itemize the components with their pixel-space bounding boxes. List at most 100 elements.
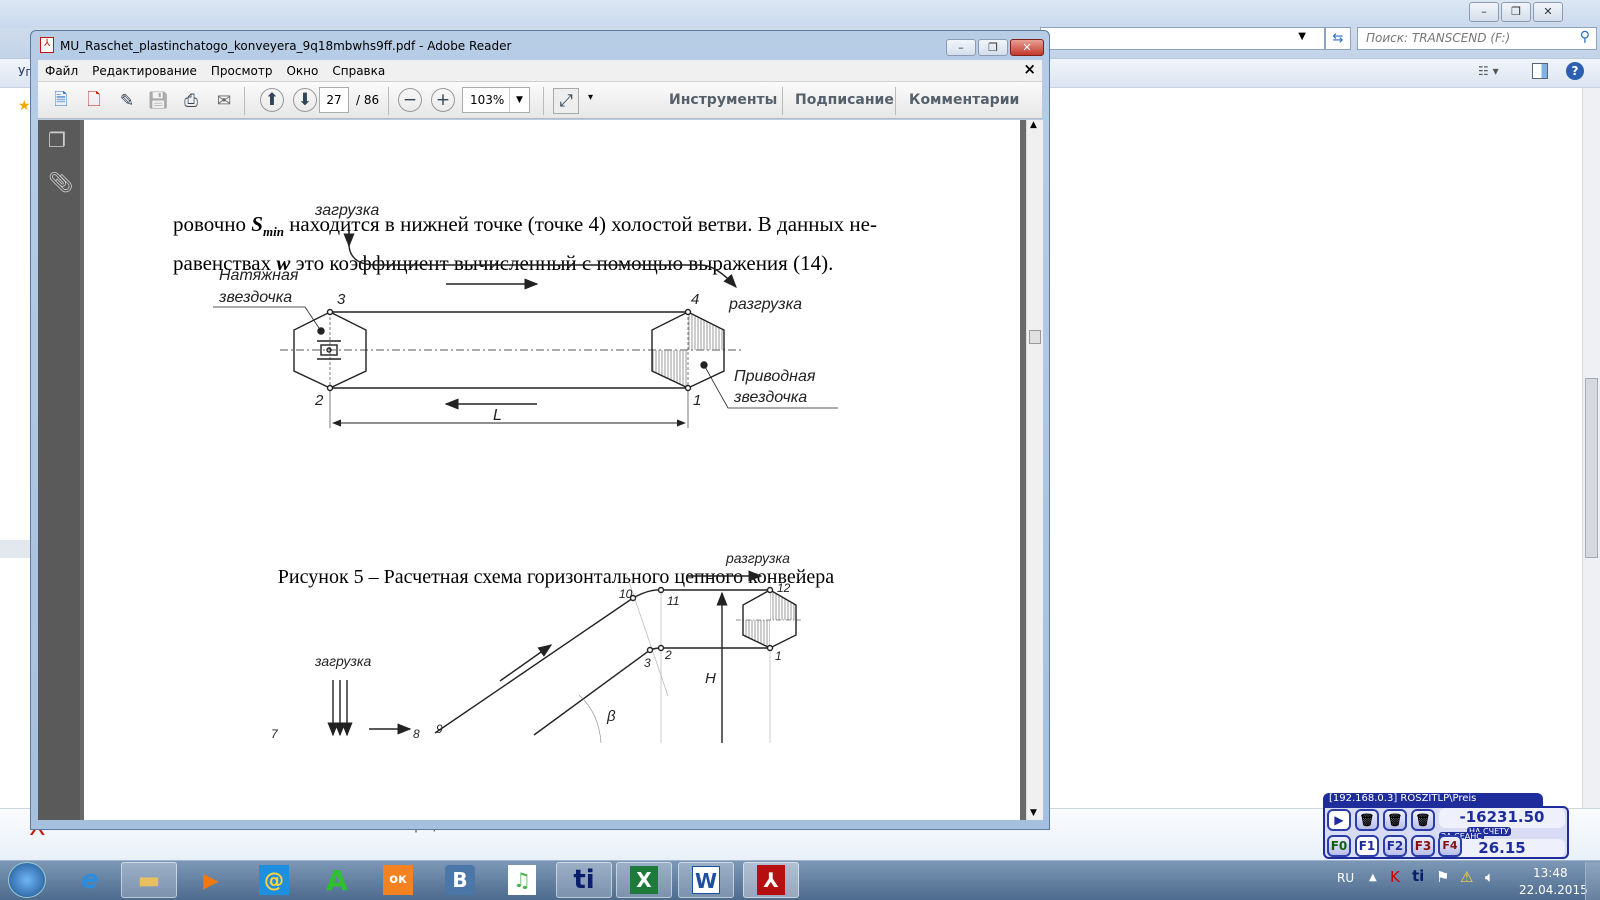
svg-text:1: 1	[775, 649, 782, 663]
explorer-scrollbar[interactable]	[1582, 88, 1600, 808]
email-icon[interactable]: ✉	[211, 88, 237, 114]
volume-icon[interactable]: 🔈︎	[1485, 868, 1494, 886]
fig1-material-flow-arrow	[348, 226, 737, 289]
fig1-unload-label: разгрузка	[728, 296, 802, 313]
f1-button[interactable]: F1	[1355, 835, 1379, 857]
adobe-reader-window: ⅄ MU_Raschet_plastinchatogo_konveyera_9q…	[30, 30, 1050, 830]
trash-button-1[interactable]: 🗑︎	[1355, 809, 1379, 831]
scroll-down-icon[interactable]: ▼	[1030, 808, 1037, 818]
taskbar-ti[interactable]: ti	[556, 862, 612, 898]
page-number-input[interactable]: 27	[319, 87, 349, 113]
print-icon[interactable]: ⎙	[178, 88, 204, 114]
fig2-height-label: H	[705, 670, 716, 687]
menu-view[interactable]: Просмотр	[204, 64, 280, 78]
attachments-icon[interactable]: 📎︎	[48, 170, 73, 194]
taskbar-explorer[interactable]: ▬	[121, 862, 177, 898]
fig2-load-label: загрузка	[314, 653, 371, 669]
taskbar-music[interactable]: ♫	[508, 865, 536, 895]
svg-text:12: 12	[777, 581, 791, 595]
document-scroll-thumb[interactable]	[1029, 330, 1041, 344]
taskbar-mail-agent[interactable]: @	[259, 865, 289, 895]
address-dropdown-icon[interactable]: ▼	[1298, 31, 1306, 42]
fig1-drive-label-2: звездочка	[733, 389, 807, 406]
zoom-out-icon[interactable]: −	[398, 88, 422, 112]
search-icon[interactable]: ⚲	[1580, 29, 1590, 45]
show-desktop-button[interactable]	[1585, 862, 1600, 900]
trash-button-3[interactable]: 🗑︎	[1411, 809, 1435, 831]
acrobat-toolbar: 🗎 🗋 ✎ 💾︎ ⎙ ✉ ⬆ ⬇ 27 / 86 − + 103% ▼ ⤢ ▾ И…	[38, 81, 1042, 119]
edit-document-icon[interactable]: ✎	[114, 88, 140, 114]
tools-panel-button[interactable]: Инструменты	[669, 92, 777, 108]
play-button[interactable]: ▶	[1327, 809, 1351, 831]
menu-edit[interactable]: Редактирование	[85, 64, 204, 78]
more-tools-icon[interactable]: ▾	[588, 92, 593, 103]
taskbar-excel[interactable]: X	[630, 866, 658, 894]
clock-time[interactable]: 13:48	[1533, 866, 1568, 880]
previous-page-icon[interactable]: ⬆	[260, 88, 284, 112]
menu-help[interactable]: Справка	[325, 64, 392, 78]
scroll-up-icon[interactable]: ▲	[1030, 120, 1037, 130]
close-document-button[interactable]: ×	[1023, 60, 1036, 78]
search-input[interactable]: Поиск: TRANSCEND (F:) ⚲	[1357, 27, 1597, 50]
explorer-minimize-button[interactable]: –	[1469, 2, 1499, 22]
acrobat-title-bar: ⅄ MU_Raschet_plastinchatogo_konveyera_9q…	[31, 31, 1049, 59]
comments-panel-button[interactable]: Комментарии	[909, 92, 1019, 108]
svg-text:3: 3	[644, 656, 651, 670]
zoom-value: 103%	[470, 93, 505, 107]
taskbar-a-app[interactable]: A	[309, 862, 365, 898]
favorites-star-icon[interactable]: ★	[18, 98, 31, 114]
menu-window[interactable]: Окно	[279, 64, 325, 78]
menu-file[interactable]: Файл	[38, 64, 85, 78]
explorer-close-button[interactable]: ✕	[1533, 2, 1563, 22]
language-indicator[interactable]: RU	[1337, 871, 1354, 885]
fig1-load-label: загрузка	[314, 202, 379, 219]
acrobat-maximize-button[interactable]: ❐	[978, 39, 1008, 56]
taskbar-acrobat[interactable]: ⅄	[757, 865, 785, 895]
action-center-icon[interactable]: ⚑	[1436, 868, 1449, 886]
f0-button[interactable]: F0	[1327, 835, 1351, 857]
help-icon[interactable]: ?	[1566, 62, 1584, 80]
show-hidden-icons[interactable]: ▲	[1369, 872, 1377, 883]
network-icon[interactable]: ⚠	[1460, 868, 1473, 886]
taskbar-word[interactable]: W	[692, 866, 720, 894]
f3-button[interactable]: F3	[1411, 835, 1435, 857]
taskbar-media-player[interactable]: ▶	[183, 862, 239, 898]
clock-date[interactable]: 22.04.2015	[1519, 883, 1588, 897]
fig1-point-1: 1	[693, 392, 701, 409]
acrobat-close-button[interactable]: ✕	[1010, 39, 1044, 56]
f2-button[interactable]: F2	[1383, 835, 1407, 857]
explorer-maximize-button[interactable]: ❐	[1501, 2, 1531, 22]
explorer-scroll-thumb[interactable]	[1585, 378, 1598, 558]
trash-button-2[interactable]: 🗑︎	[1383, 809, 1407, 831]
antivirus-tray-icon[interactable]: K	[1390, 868, 1400, 886]
combine-files-icon[interactable]: 🗋	[81, 88, 107, 114]
view-options-icon[interactable]: ☷ ▾	[1478, 64, 1499, 78]
refresh-icon[interactable]: ⇆	[1325, 27, 1351, 50]
start-button[interactable]	[8, 862, 46, 898]
fig1-drive-label-1: Приводная	[734, 368, 816, 385]
zoom-dropdown-icon[interactable]: ▼	[509, 88, 529, 112]
ti-tray-icon[interactable]: ti	[1412, 867, 1424, 885]
fit-page-icon[interactable]: ⤢	[553, 88, 579, 114]
create-pdf-icon[interactable]: 🗎	[48, 88, 74, 114]
balance-value: -16231.50	[1439, 808, 1565, 828]
zoom-in-icon[interactable]: +	[431, 88, 455, 112]
fig2-unload-label: разгрузка	[725, 550, 790, 566]
preview-pane-icon[interactable]	[1532, 63, 1548, 79]
taskbar-vkontakte[interactable]: В	[445, 865, 475, 895]
nav-pane-selected-item[interactable]	[0, 540, 30, 558]
fig1-tension-label-1: Натяжная	[219, 267, 299, 284]
f4-button[interactable]: F4	[1438, 835, 1462, 857]
taskbar-odnoklassniki[interactable]: ок	[383, 865, 413, 895]
save-icon[interactable]: 💾︎	[145, 88, 171, 114]
sign-panel-button[interactable]: Подписание	[795, 92, 894, 108]
svg-text:11: 11	[667, 594, 679, 608]
next-page-icon[interactable]: ⬇	[293, 88, 317, 112]
taskbar-internet-explorer[interactable]: e	[62, 862, 118, 898]
fig1-point-4: 4	[691, 291, 699, 308]
zoom-level-select[interactable]: 103% ▼	[462, 87, 530, 113]
page-thumbnails-icon[interactable]: ❐	[48, 128, 66, 152]
address-bar[interactable]: ▼	[1040, 27, 1325, 50]
document-scrollbar[interactable]: ▲ ▼	[1026, 120, 1043, 820]
acrobat-minimize-button[interactable]: –	[946, 39, 976, 56]
